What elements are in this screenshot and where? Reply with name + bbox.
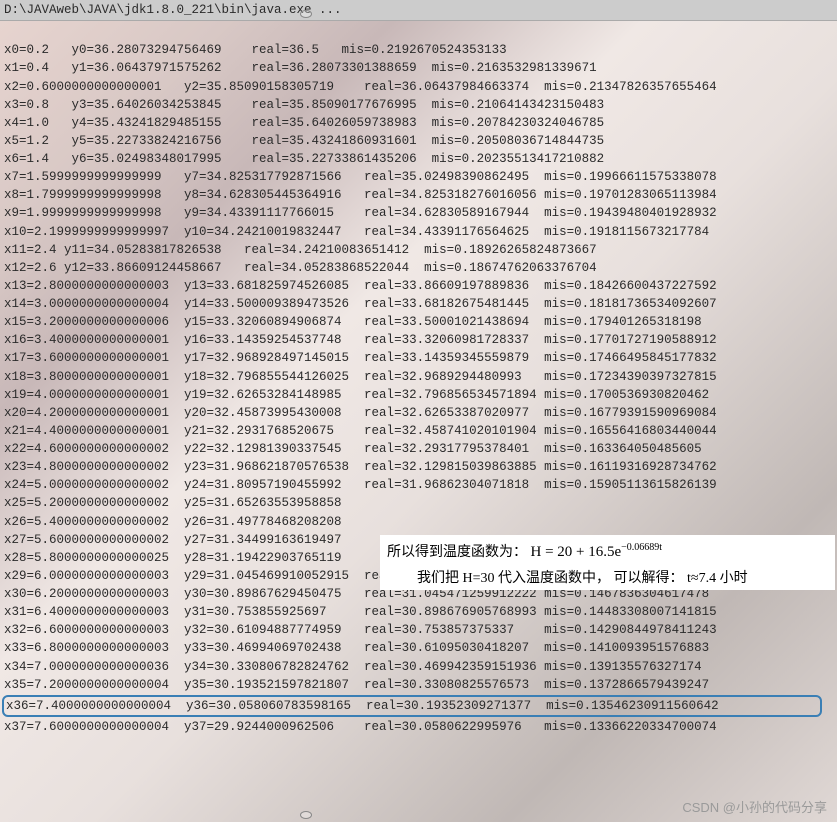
overlay-exponent: −0.06689t	[621, 542, 662, 553]
console-line: x4=1.0 y4=35.43241829485155 real=35.6402…	[4, 114, 833, 132]
console-line: x12=2.6 y12=33.8660912445866​7 real=34.0…	[4, 259, 833, 277]
console-line: x14=3.0000000000000004 y14=33.5000093894…	[4, 295, 833, 313]
console-line: x22=4.6000000000000002 y22=32.1298139033…	[4, 440, 833, 458]
console-line: x11=2.4 y11=34.0528381782653​8 real=34.2…	[4, 241, 833, 259]
console-line: x2=0.6000000000000001 y2=35.850901583057…	[4, 78, 833, 96]
window-title-bar: D:\JAVAweb\JAVA\jdk1.8.0_221\bin\java.ex…	[0, 0, 837, 21]
console-line: x8=1.7999999999999998 y8=34.628305445364…	[4, 186, 833, 204]
console-line: x15=3.2000000000000006 y15=33.3206089490…	[4, 313, 833, 331]
console-line: x10=2.1999999999999997 y10=34.2421001983…	[4, 223, 833, 241]
console-line: x13=2.8000000000000003 y13=33.6818259745…	[4, 277, 833, 295]
console-line: x34=7.0000000000000036 y34=30.3308067828…	[4, 658, 833, 676]
caret-indicator-top	[300, 10, 312, 18]
console-line: x33=6.8000000000000003 y33=30.4699406970…	[4, 639, 833, 657]
console-line: x9=1.9999999999999998 y9=34.433911177660…	[4, 204, 833, 222]
console-line: x32=6.6000000000000003 y32=30.6109488777…	[4, 621, 833, 639]
formula-overlay-popup: 所以得到温度函数为： H = 20 + 16.5e−0.06689t 我们把 H…	[380, 535, 835, 590]
console-line: x26=5.4000000000000002 y26=31.4977846820…	[4, 513, 833, 531]
console-line: x25=5.2000000000000002 y25=31.6526355395…	[4, 494, 833, 512]
console-line: x23=4.8000000000000002 y23=31.9686218705…	[4, 458, 833, 476]
console-output: x0=0.2 y0=36.28073294756469 real=36.5 mi…	[0, 21, 837, 736]
overlay-formula: H = 20 + 16.5e−0.06689t	[531, 544, 663, 560]
overlay-text-1: 所以得到温度函数为：	[387, 545, 527, 560]
console-line: x37=7.6000000000000004 y37=29.9244000962…	[4, 718, 833, 736]
console-line: x3=0.8 y3=35.64026034253845 real=35.8509…	[4, 96, 833, 114]
caret-indicator-bottom	[300, 811, 312, 819]
csdn-watermark: CSDN @小孙的代码分享	[682, 799, 827, 818]
console-line: x16=3.4000000000000001 y16=33.1435925453…	[4, 331, 833, 349]
console-line: x18=3.8000000000000001 y18=32.7968555441…	[4, 368, 833, 386]
console-line: x24=5.0000000000000002 y24=31.8095719045…	[4, 476, 833, 494]
overlay-text-2: 我们把 H=30 代入温度函数中， 可以解得： t≈7.4 小时	[417, 571, 748, 586]
highlighted-result-row: x36=7.4000000000000004 y36=30.0580607835…	[2, 695, 822, 717]
console-line: x7=1.5999999999999999 y7=34.825317792871…	[4, 168, 833, 186]
console-line: x21=4.4000000000000001 y21=32.2931768520…	[4, 422, 833, 440]
console-line: x35=7.2000000000000004 y35=30.1935215978…	[4, 676, 833, 694]
console-line: x6=1.4 y6=35.02498348017995 real=35.2273…	[4, 150, 833, 168]
console-line: x31=6.4000000000000003 y31=30.7538559256…	[4, 603, 833, 621]
console-line: x17=3.6000000000000001 y17=32.9689284971…	[4, 349, 833, 367]
console-line: x20=4.2000000000000001 y20=32.4587399543…	[4, 404, 833, 422]
console-line: x19=4.0000000000000001 y19=32.6265328414…	[4, 386, 833, 404]
console-line: x5=1.2 y5=35.22733824216756 real=35.4324…	[4, 132, 833, 150]
console-line: x0=0.2 y0=36.28073294756469 real=36.5 mi…	[4, 41, 833, 59]
window-path: D:\JAVAweb\JAVA\jdk1.8.0_221\bin\java.ex…	[4, 3, 342, 17]
console-line: x1=0.4 y1=36.06437971575262 real=36.2807…	[4, 59, 833, 77]
